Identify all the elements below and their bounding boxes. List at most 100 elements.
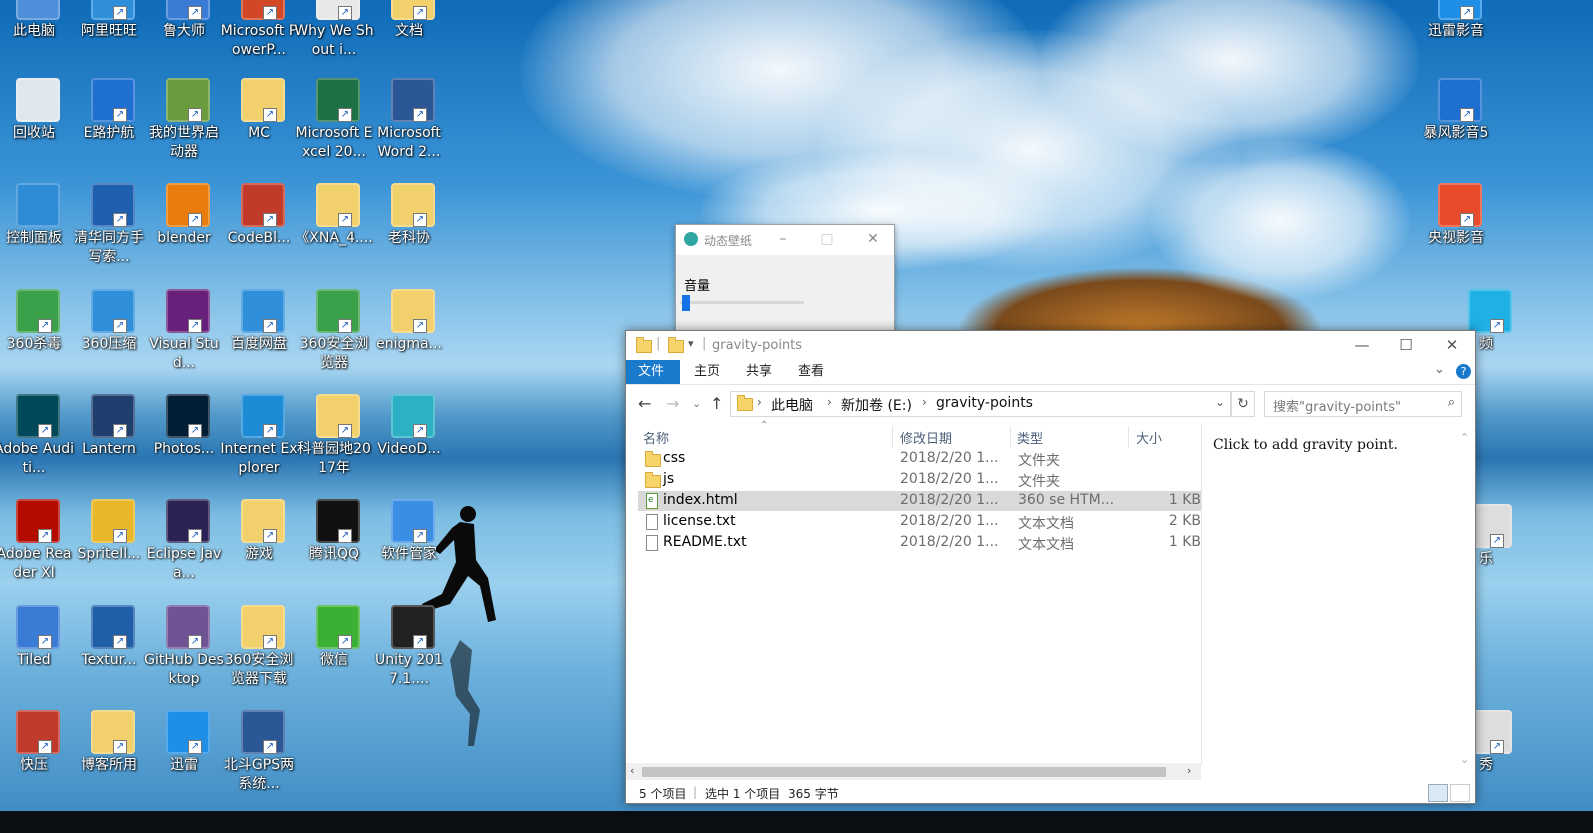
column-type[interactable]: 类型: [1017, 428, 1043, 447]
back-arrow-icon[interactable]: ←: [638, 394, 651, 413]
desktop-icon[interactable]: ↗ 北斗GPS两系统...: [221, 710, 297, 812]
breadcrumb-separator-icon[interactable]: ›: [922, 395, 927, 409]
up-arrow-icon[interactable]: ↑: [710, 394, 723, 413]
desktop-icon[interactable]: ↗ 360安全浏览器: [296, 289, 372, 391]
explorer-titlebar[interactable]: | ▾ | gravity-points — ☐ ✕: [626, 331, 1475, 360]
forward-arrow-icon[interactable]: →: [666, 394, 679, 413]
qat-dropdown-icon[interactable]: ▾: [688, 337, 694, 350]
horizontal-scrollbar[interactable]: ‹ ›: [626, 763, 1201, 780]
scroll-left-icon[interactable]: ‹: [630, 764, 634, 777]
desktop-icon[interactable]: ↗ Microsoft Word 2...: [371, 78, 447, 180]
file-row[interactable]: README.txt 2018/2/20 1... 文本文档 1 KB: [638, 533, 1201, 553]
breadcrumb-drive[interactable]: 新加卷 (E:): [841, 395, 912, 415]
minimize-button[interactable]: —: [1342, 333, 1382, 357]
desktop-icon[interactable]: ↗ blender: [146, 183, 222, 285]
desktop-icon[interactable]: ↗ GitHub Desktop: [144, 605, 224, 707]
breadcrumb-this-pc[interactable]: 此电脑: [771, 395, 813, 415]
desktop-icon[interactable]: ↗ 软件管家: [371, 499, 447, 601]
desktop-icon[interactable]: ↗ 老科协: [371, 183, 447, 285]
close-button[interactable]: ✕: [1432, 333, 1472, 357]
desktop-icon[interactable]: ↗ Eclipse Java...: [146, 499, 222, 601]
desktop-icon[interactable]: ↗ E路护航: [71, 78, 147, 180]
scroll-right-icon[interactable]: ›: [1187, 764, 1191, 777]
desktop-icon[interactable]: ↗ Lantern: [71, 394, 147, 496]
scrollbar-thumb[interactable]: [642, 767, 1166, 777]
volume-slider-track[interactable]: [680, 301, 804, 304]
desktop-icon[interactable]: ↗ 360安全浏览器下载: [221, 605, 297, 707]
desktop-icon[interactable]: ↗ 科普园地2017年: [296, 394, 372, 496]
refresh-icon[interactable]: ↻: [1231, 391, 1255, 417]
desktop-icon[interactable]: 回收站: [0, 78, 72, 180]
desktop-icon[interactable]: ↗ 360杀毒: [0, 289, 72, 391]
desktop-icon[interactable]: ↗ 百度网盘: [221, 289, 297, 391]
recent-dropdown-icon[interactable]: ⌄: [692, 397, 701, 410]
desktop-icon[interactable]: ↗ Tiled: [0, 605, 72, 707]
column-divider[interactable]: [892, 426, 893, 448]
breadcrumb-separator-icon[interactable]: ›: [827, 395, 832, 409]
minimize-button[interactable]: –: [772, 229, 794, 249]
desktop-icon[interactable]: ↗ Why We Shout i...: [294, 0, 374, 78]
desktop-icon[interactable]: ↗ 文档: [371, 0, 447, 78]
desktop-icon[interactable]: ↗ CodeBl...: [221, 183, 297, 285]
desktop-icon[interactable]: ↗ 《XNA_4....: [295, 183, 373, 285]
address-dropdown-icon[interactable]: ⌄: [1215, 395, 1225, 409]
desktop-icon[interactable]: ↗ 迅雷: [146, 710, 222, 812]
desktop-icon[interactable]: ↗ Visual Stud...: [146, 289, 222, 391]
desktop-icon[interactable]: 控制面板: [0, 183, 72, 285]
desktop-icon[interactable]: ↗ Microsoft PowerP...: [221, 0, 297, 78]
desktop-icon[interactable]: 此电脑: [0, 0, 72, 78]
desktop-icon[interactable]: ↗ 央视影音: [1418, 183, 1494, 285]
tab-share[interactable]: 共享: [734, 360, 784, 384]
tab-view[interactable]: 查看: [786, 360, 836, 384]
wallpaper-app-titlebar[interactable]: 动态壁纸 – □ ✕: [676, 225, 894, 255]
desktop-icon[interactable]: ↗ Microsoft Excel 20...: [295, 78, 373, 180]
column-name[interactable]: 名称: [643, 428, 669, 447]
column-date-modified[interactable]: 修改日期: [900, 428, 952, 447]
column-divider[interactable]: [1128, 426, 1129, 448]
large-icons-view-icon[interactable]: [1450, 784, 1470, 802]
ribbon-expand-icon[interactable]: ⌄: [1434, 362, 1445, 377]
desktop-icon[interactable]: ↗ Unity 2017.1....: [371, 605, 447, 707]
desktop-icon[interactable]: ↗ enigma...: [371, 289, 447, 391]
column-divider[interactable]: [1010, 426, 1011, 448]
file-row[interactable]: license.txt 2018/2/20 1... 文本文档 2 KB: [638, 512, 1201, 532]
desktop-icon[interactable]: ↗ Textur...: [71, 605, 147, 707]
help-icon[interactable]: ?: [1456, 364, 1471, 379]
scroll-up-icon[interactable]: ⌃: [1460, 431, 1469, 444]
desktop-icon[interactable]: ↗ Adobe Auditi...: [0, 394, 74, 496]
desktop-icon[interactable]: ↗ 微信: [296, 605, 372, 707]
desktop-icon[interactable]: ↗ 迅雷影音: [1418, 0, 1494, 78]
desktop-icon[interactable]: ↗ Adobe Reader XI: [0, 499, 72, 601]
desktop-icon[interactable]: ↗ VideoD...: [371, 394, 447, 496]
desktop-icon[interactable]: ↗ 快压: [0, 710, 72, 812]
desktop-icon[interactable]: ↗ MC: [221, 78, 297, 180]
close-button[interactable]: ✕: [862, 229, 884, 249]
desktop-icon[interactable]: ↗ SpriteIl...: [71, 499, 147, 601]
desktop-icon[interactable]: ↗ 我的世界启动器: [146, 78, 222, 180]
search-icon[interactable]: ⌕: [1448, 395, 1455, 410]
desktop-icon[interactable]: ↗ Photos...: [146, 394, 222, 496]
desktop-icon[interactable]: ↗ 游戏: [221, 499, 297, 601]
preview-scrollbar[interactable]: ⌃ ⌄: [1458, 431, 1472, 771]
details-view-icon[interactable]: [1428, 784, 1448, 802]
desktop-icon[interactable]: ↗ 暴风影音5: [1418, 78, 1494, 180]
file-row[interactable]: js 2018/2/20 1... 文件夹: [638, 470, 1201, 490]
tab-file[interactable]: 文件: [626, 360, 680, 384]
maximize-button[interactable]: ☐: [1386, 333, 1426, 357]
desktop-icon[interactable]: ↗ 腾讯QQ: [296, 499, 372, 601]
desktop-icon[interactable]: ↗ Internet Explorer: [220, 394, 298, 496]
search-input[interactable]: 搜索"gravity-points" ⌕: [1264, 391, 1462, 417]
address-bar[interactable]: › 此电脑 › 新加卷 (E:) › gravity-points ⌄: [730, 391, 1231, 417]
volume-slider-thumb[interactable]: [682, 295, 691, 311]
desktop-icon[interactable]: ↗ 清华同方手写索...: [71, 183, 147, 285]
scroll-down-icon[interactable]: ⌄: [1460, 753, 1469, 766]
desktop-icon[interactable]: ↗ 360压缩: [71, 289, 147, 391]
desktop-icon[interactable]: ↗ 鲁大师: [146, 0, 222, 78]
file-row[interactable]: css 2018/2/20 1... 文件夹: [638, 449, 1201, 469]
column-size[interactable]: 大小: [1136, 428, 1162, 447]
desktop-icon[interactable]: ↗ 阿里旺旺: [71, 0, 147, 78]
file-row[interactable]: index.html 2018/2/20 1... 360 se HTM... 1 K…: [638, 491, 1201, 511]
breadcrumb-separator-icon[interactable]: ›: [757, 395, 762, 409]
tab-home[interactable]: 主页: [682, 360, 732, 384]
desktop-icon[interactable]: ↗ 博客所用: [71, 710, 147, 812]
